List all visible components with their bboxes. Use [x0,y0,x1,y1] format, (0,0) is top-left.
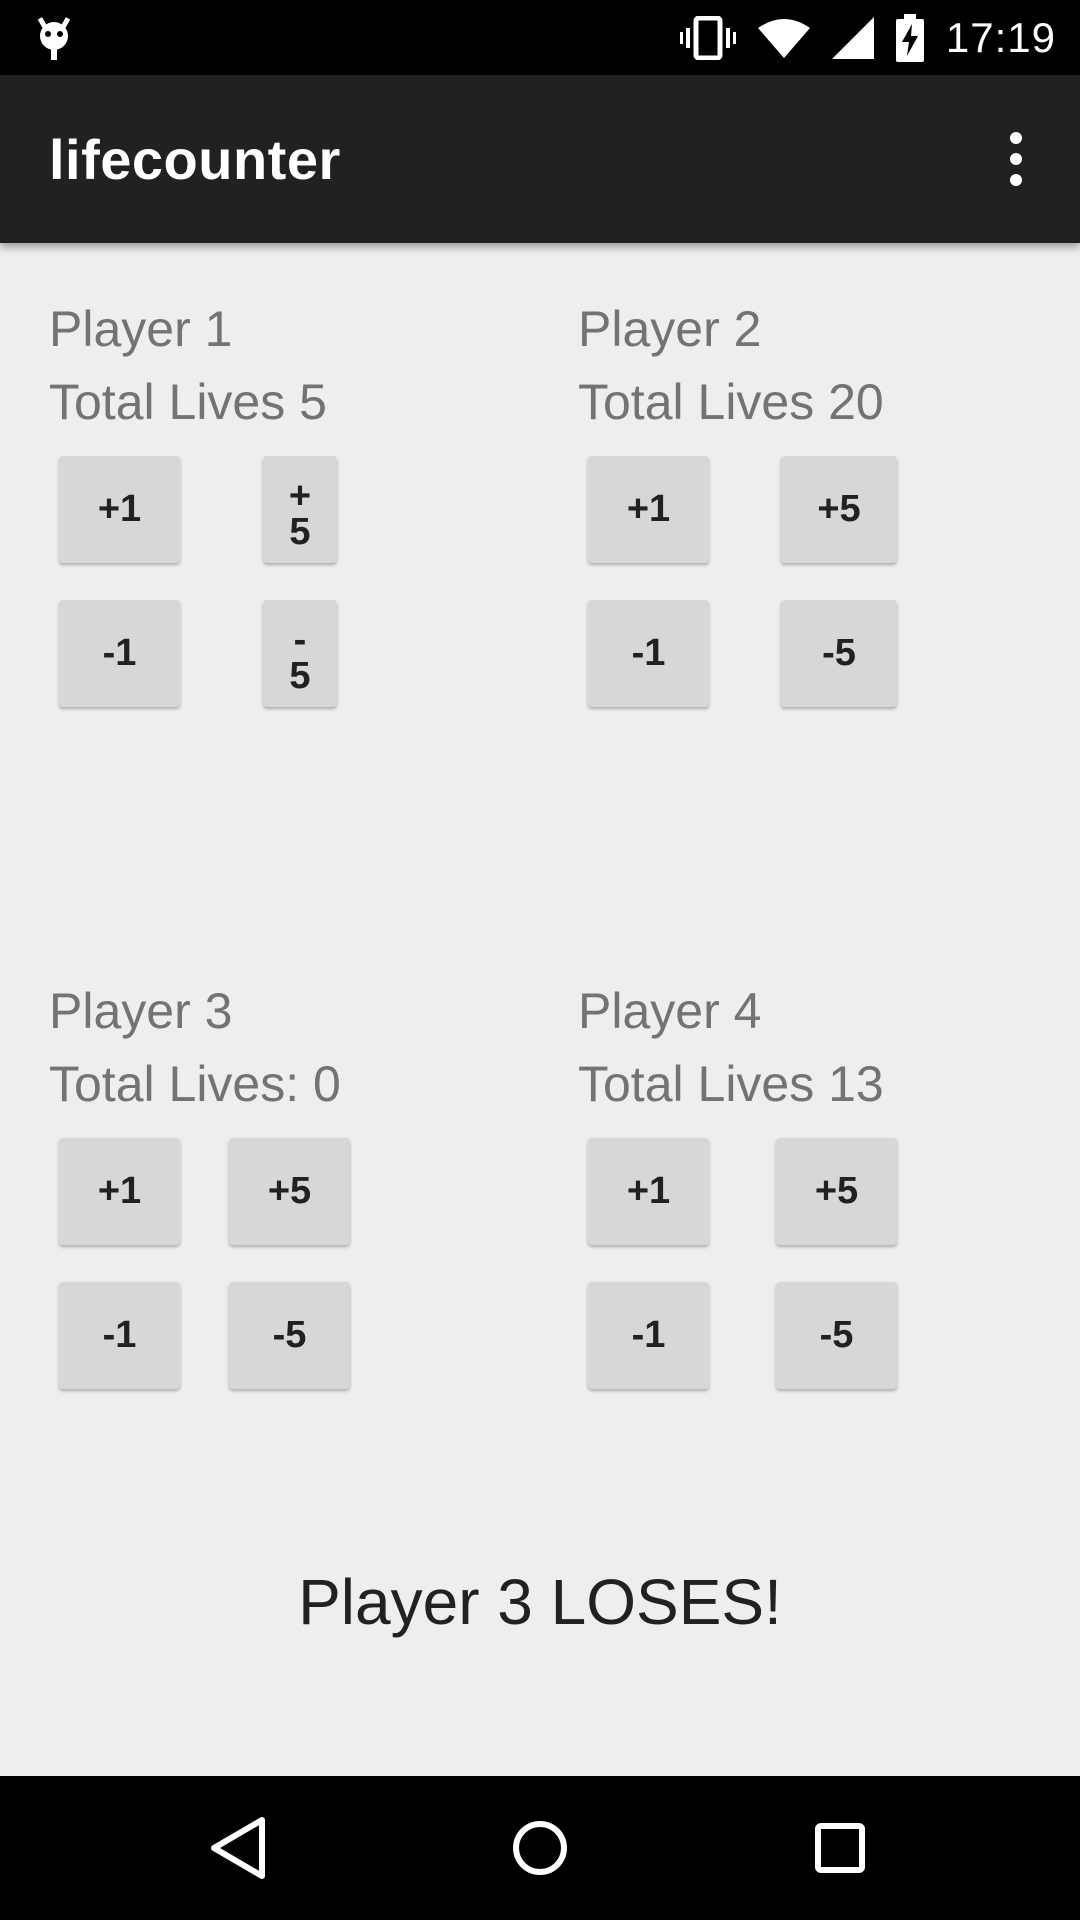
player-4-minus1-button[interactable]: -1 [588,1282,709,1389]
player-4-plus5-button[interactable]: +5 [776,1138,897,1245]
player-3-plus1-button[interactable]: +1 [59,1138,180,1245]
player-2-minus5-button[interactable]: -5 [781,600,897,707]
status-bar: 17:19 [0,0,1080,75]
app-bar: lifecounter [0,75,1080,243]
recents-icon[interactable] [800,1808,880,1888]
player-2-plus5-button[interactable]: +5 [781,456,897,563]
navigation-bar [0,1776,1080,1920]
status-icons: 17:19 [679,0,1056,75]
overflow-menu-icon[interactable] [988,131,1044,187]
player-3-minus5-button[interactable]: -5 [229,1282,350,1389]
player-lives: Total Lives 13 [578,1056,884,1112]
lose-message: Player 3 LOSES! [298,1566,782,1638]
wifi-icon [757,18,810,58]
player-1-minus1-button[interactable]: -1 [59,600,180,707]
app-title: lifecounter [49,128,341,191]
home-icon[interactable] [500,1808,580,1888]
battery-charging-icon [895,13,924,62]
player-name: Player 2 [578,301,762,357]
player-1-plus5-button[interactable]: +5 [263,456,337,563]
back-icon[interactable] [200,1808,280,1888]
player-lives: Total Lives: 0 [49,1056,341,1112]
vibrate-icon [679,15,736,60]
player-name: Player 3 [49,983,233,1039]
player-name: Player 4 [578,983,762,1039]
player-lives: Total Lives 20 [578,374,884,430]
android-debug-icon [37,17,71,60]
cell-signal-icon [831,16,874,59]
player-2-plus1-button[interactable]: +1 [588,456,709,563]
player-lives: Total Lives 5 [49,374,327,430]
player-4-minus5-button[interactable]: -5 [776,1282,897,1389]
player-4-plus1-button[interactable]: +1 [588,1138,709,1245]
player-1-plus1-button[interactable]: +1 [59,456,180,563]
status-time: 17:19 [945,13,1056,61]
player-3-minus1-button[interactable]: -1 [59,1282,180,1389]
player-2-minus1-button[interactable]: -1 [588,600,709,707]
player-3-plus5-button[interactable]: +5 [229,1138,350,1245]
player-name: Player 1 [49,301,233,357]
player-1-minus5-button[interactable]: -5 [263,600,337,707]
